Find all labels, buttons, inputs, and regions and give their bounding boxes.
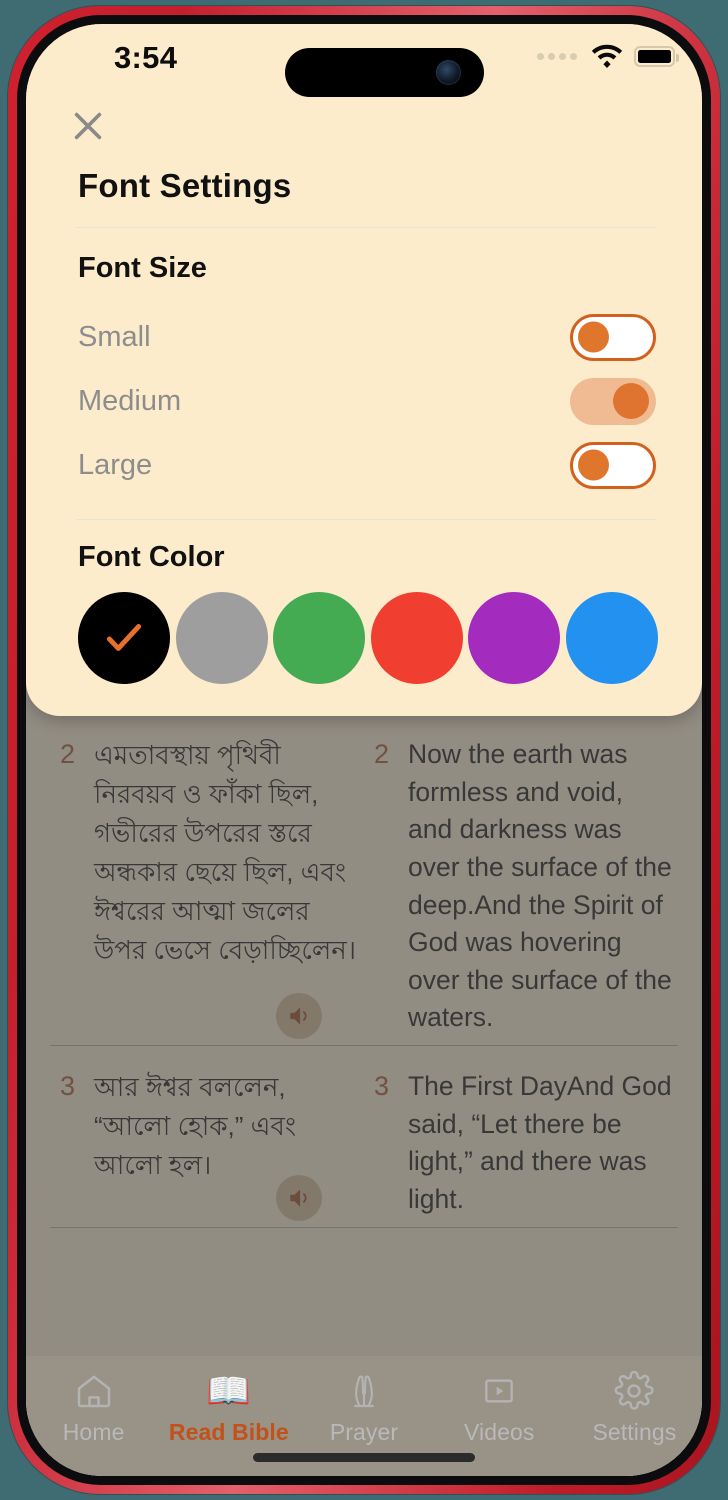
tab-videos[interactable]: Videos: [432, 1370, 567, 1446]
tab-home[interactable]: Home: [26, 1370, 161, 1446]
font-size-option-small[interactable]: Small: [78, 312, 656, 362]
font-size-section-title: Font Size: [78, 252, 207, 284]
toggle-knob: [578, 449, 609, 481]
font-size-option-large[interactable]: Large: [78, 440, 656, 490]
divider: [76, 519, 656, 520]
check-icon: [106, 624, 142, 651]
tab-label: Videos: [463, 1419, 535, 1445]
phone-bezel: 2 এমতাবস্থায় পৃথিবী নিরবয়ব ও ফাঁকা ছিল…: [17, 15, 711, 1485]
color-swatch-purple[interactable]: [468, 592, 561, 684]
phone-screen: 2 এমতাবস্থায় পৃথিবী নিরবয়ব ও ফাঁকা ছিল…: [26, 24, 702, 1476]
tab-label: Prayer: [329, 1419, 399, 1445]
font-size-toggle-small[interactable]: [570, 313, 656, 361]
font-color-section-title: Font Color: [78, 541, 225, 573]
videos-icon: [480, 1370, 518, 1412]
font-size-label: Large: [78, 448, 153, 481]
font-size-toggle-medium[interactable]: [570, 377, 656, 425]
tab-label: Home: [62, 1419, 125, 1445]
phone-frame: 2 এমতাবস্থায় পৃথিবী নিরবয়ব ও ফাঁকা ছিল…: [8, 6, 720, 1494]
toggle-knob: [578, 321, 609, 353]
color-swatch-gray[interactable]: [175, 592, 268, 684]
color-swatch-red[interactable]: [370, 592, 463, 684]
bible-icon: 📖: [206, 1370, 252, 1411]
color-swatch-black[interactable]: [78, 592, 170, 684]
tab-label: Read Bible: [168, 1419, 289, 1445]
font-size-toggle-large[interactable]: [570, 441, 656, 489]
font-size-option-medium[interactable]: Medium: [78, 376, 656, 426]
settings-icon: [614, 1370, 655, 1412]
font-size-label: Medium: [78, 384, 182, 417]
close-icon[interactable]: [64, 102, 112, 150]
divider: [76, 227, 656, 228]
home-indicator[interactable]: [253, 1453, 475, 1462]
color-swatch-blue[interactable]: [565, 592, 658, 684]
color-swatch-green[interactable]: [273, 592, 366, 684]
tab-prayer[interactable]: Prayer: [296, 1370, 431, 1446]
tab-read-bible[interactable]: 📖 Read Bible: [161, 1370, 296, 1446]
tab-label: Settings: [592, 1419, 677, 1445]
page-title: Font Settings: [78, 167, 292, 204]
toggle-knob: [613, 383, 649, 419]
tab-settings[interactable]: Settings: [567, 1370, 702, 1446]
prayer-icon: [344, 1370, 384, 1412]
font-size-label: Small: [78, 320, 151, 353]
font-color-swatch-list: [78, 592, 658, 684]
font-settings-sheet: Font Settings Font Size Small Medium Lar…: [26, 24, 702, 716]
home-icon: [74, 1370, 114, 1412]
